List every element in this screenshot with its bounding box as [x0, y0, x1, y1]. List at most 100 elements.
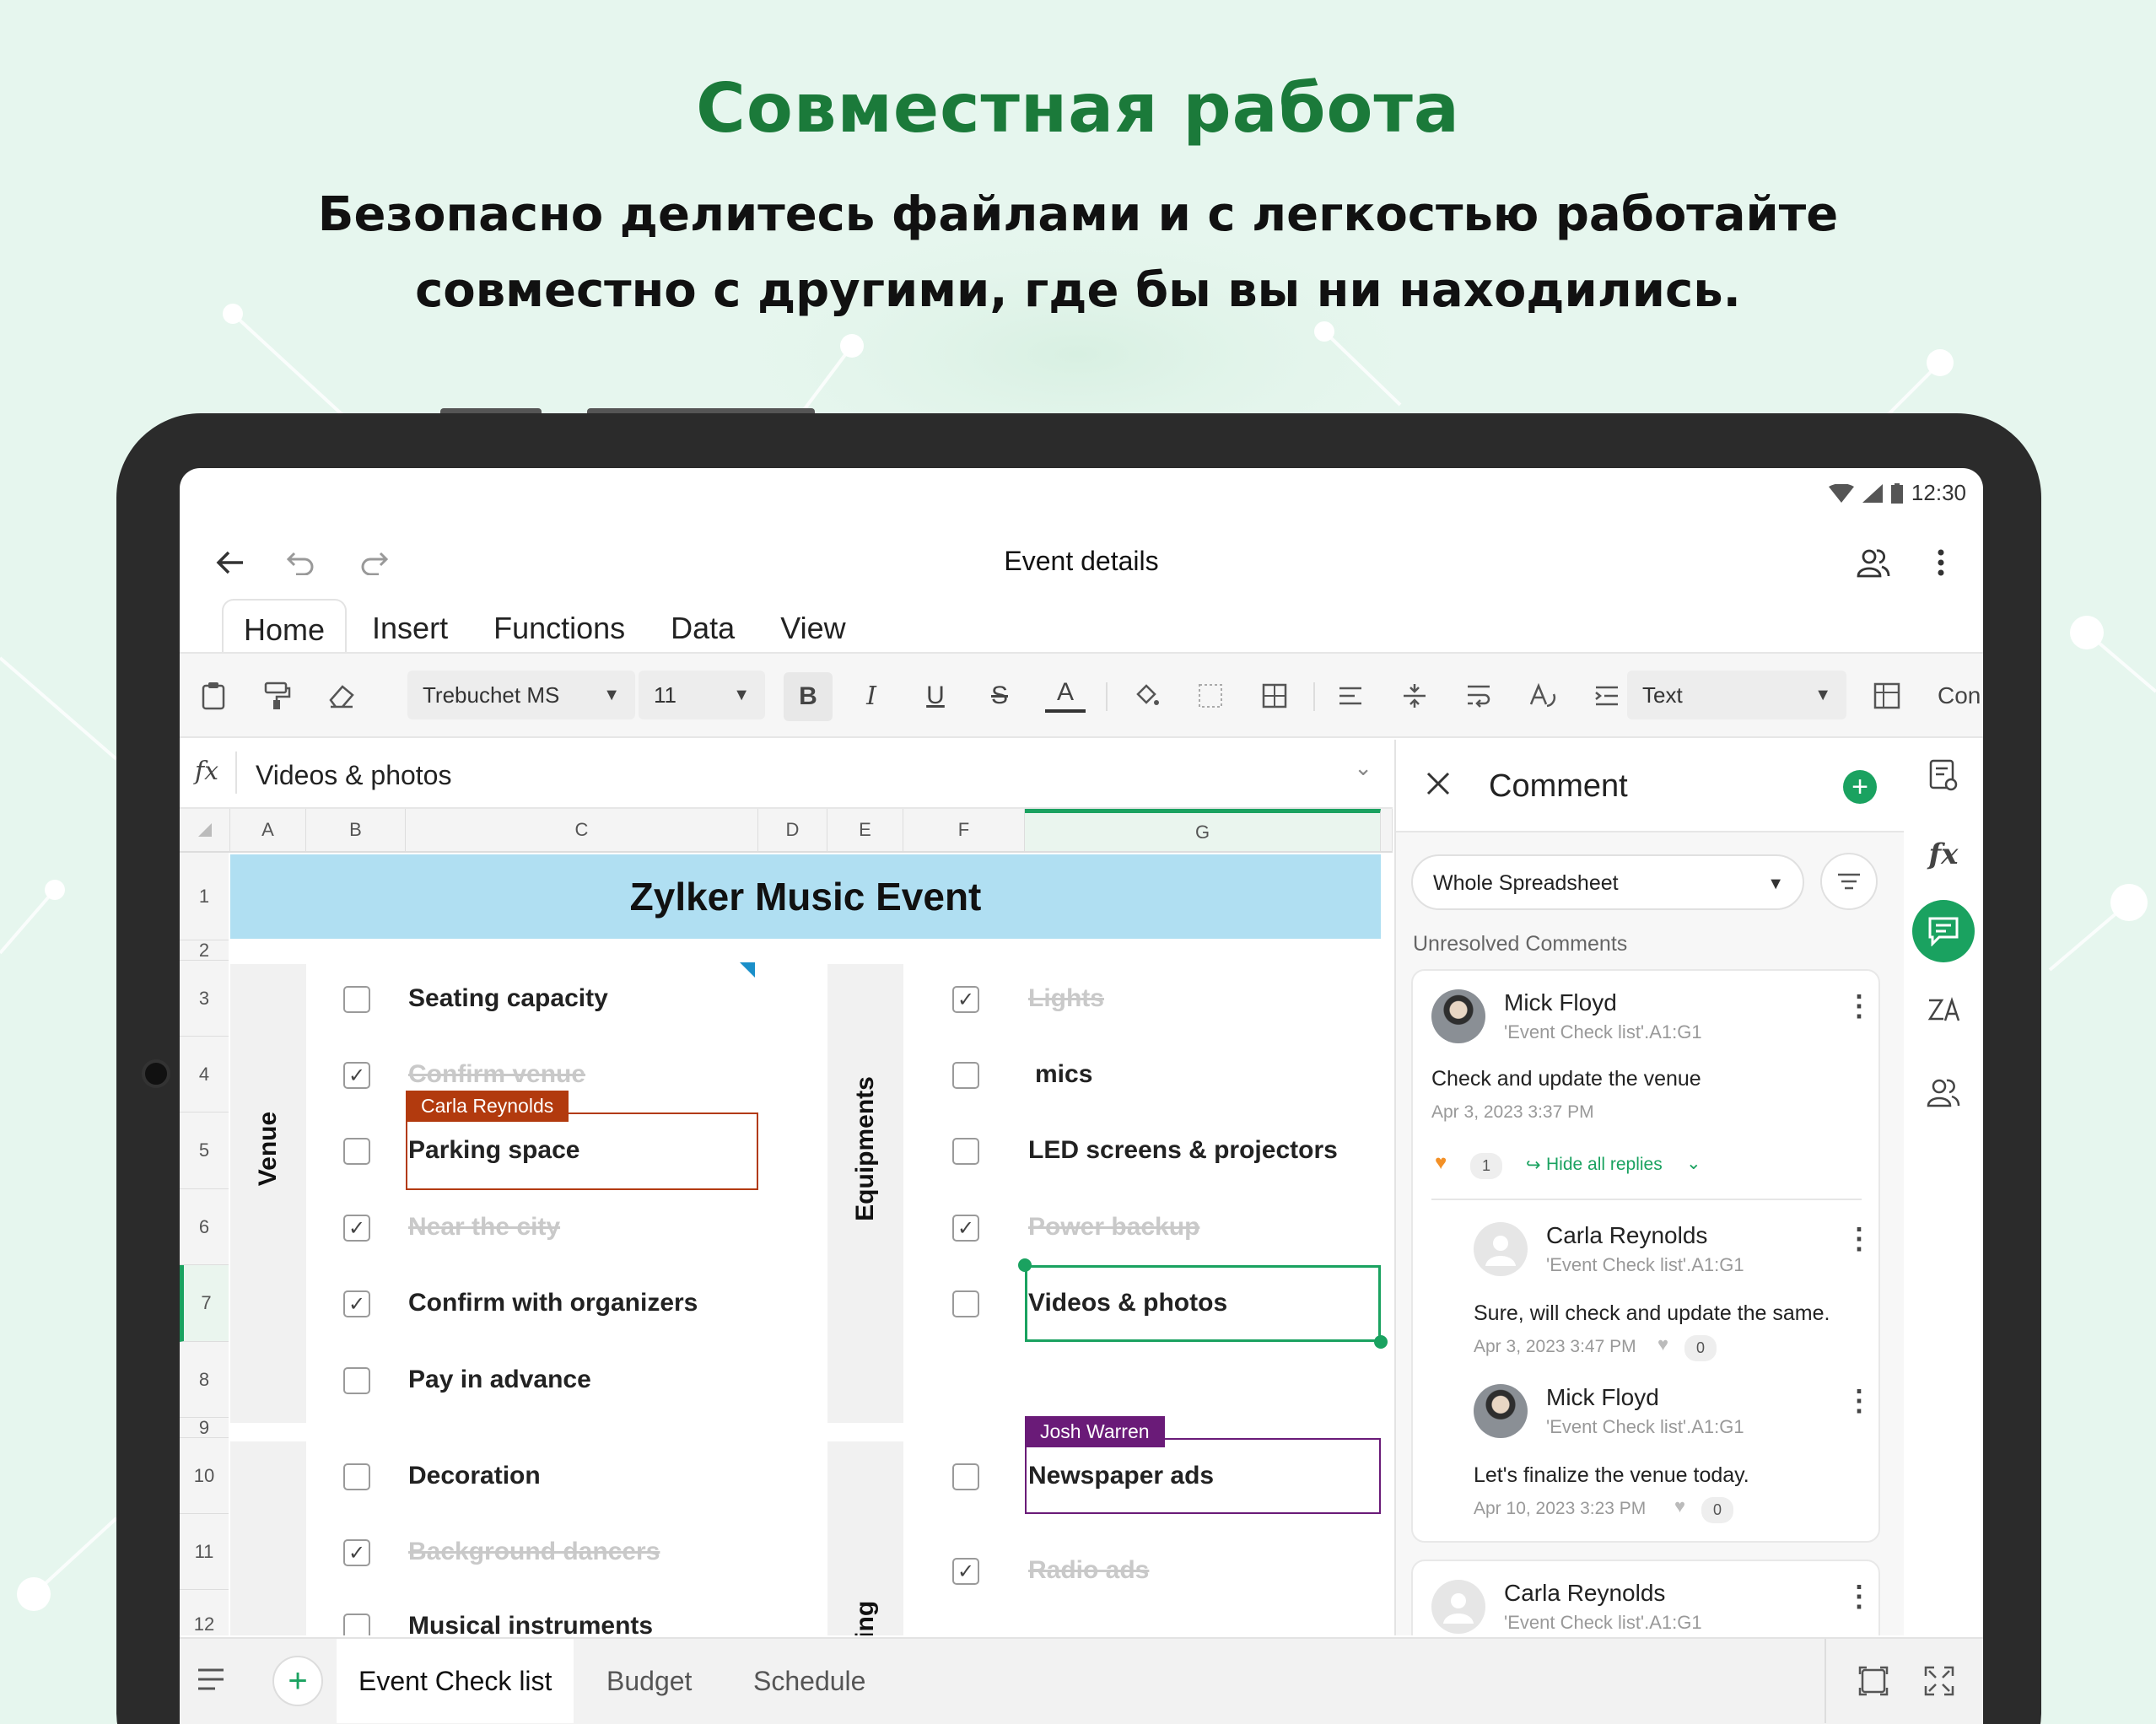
checkbox[interactable] [952, 1062, 979, 1089]
checkbox[interactable] [343, 1138, 370, 1165]
number-format-select[interactable]: Text ▼ [1627, 671, 1846, 719]
menu-icon[interactable] [197, 1667, 225, 1695]
checkbox[interactable]: ✓ [343, 1539, 370, 1566]
underline-button[interactable]: U [915, 676, 956, 716]
tab-functions[interactable]: Functions [473, 599, 645, 653]
sheet-tab-schedule[interactable]: Schedule [731, 1639, 887, 1723]
column-header[interactable]: E [827, 809, 903, 853]
checkbox[interactable] [952, 1138, 979, 1165]
more-options-icon[interactable]: ⋮ [1845, 1384, 1873, 1418]
comment-thread-card[interactable]: Mick Floyd 'Event Check list'.A1:G1 ⋮ Ch… [1411, 969, 1880, 1543]
checklist-item[interactable]: Lights [1028, 984, 1104, 1013]
fit-screen-icon[interactable] [1858, 1666, 1889, 1700]
row-header[interactable]: 6 [180, 1189, 229, 1265]
checkbox[interactable]: ✓ [952, 1215, 979, 1242]
checklist-item[interactable]: Power backup [1028, 1213, 1199, 1242]
wrap-text-icon[interactable] [1458, 676, 1499, 716]
sheet-tab-event-check-list[interactable]: Event Check list [337, 1639, 574, 1723]
chevron-down-icon[interactable]: ⌄ [1354, 755, 1372, 781]
row-header[interactable]: 4 [180, 1037, 229, 1113]
italic-button[interactable]: I [851, 676, 892, 716]
row-header[interactable]: 7 [180, 1265, 229, 1342]
checkbox[interactable]: ✓ [343, 1062, 370, 1089]
checklist-item[interactable]: Pay in advance [408, 1366, 591, 1394]
vertical-align-icon[interactable] [1394, 676, 1435, 716]
checkbox[interactable]: ✓ [343, 1215, 370, 1242]
checkbox[interactable] [343, 1367, 370, 1394]
font-color-button[interactable]: A [1045, 676, 1086, 713]
column-header[interactable]: B [306, 809, 406, 853]
fullscreen-icon[interactable] [1924, 1666, 1954, 1700]
more-options-icon[interactable] [1916, 537, 1966, 588]
column-header[interactable]: G [1025, 809, 1381, 853]
checklist-item[interactable]: Background dancers [408, 1538, 660, 1566]
eraser-icon[interactable] [321, 676, 362, 716]
more-options-icon[interactable]: ⋮ [1845, 1222, 1873, 1256]
heart-icon[interactable]: ♥ [1674, 1495, 1685, 1517]
checklist-item[interactable]: Newspaper ads [1028, 1462, 1214, 1490]
selection-handle[interactable] [1374, 1335, 1388, 1349]
checklist-item[interactable]: Confirm venue [408, 1060, 585, 1089]
conditional-format-icon[interactable] [1867, 676, 1907, 716]
sheet-tab-budget[interactable]: Budget [585, 1639, 714, 1723]
format-painter-icon[interactable] [257, 676, 298, 716]
more-options-icon[interactable]: ⋮ [1845, 989, 1873, 1023]
cell-preview-icon[interactable] [1918, 750, 1969, 800]
checklist-item[interactable]: Confirm with organizers [408, 1289, 698, 1317]
comment-scope-select[interactable]: Whole Spreadsheet ▼ [1411, 854, 1804, 910]
tab-insert[interactable]: Insert [352, 599, 468, 653]
fill-color-icon[interactable] [1126, 676, 1167, 716]
checkbox[interactable] [343, 1463, 370, 1490]
add-sheet-button[interactable]: + [272, 1656, 323, 1706]
tab-data[interactable]: Data [650, 599, 755, 653]
functions-icon[interactable]: fx [1918, 829, 1969, 880]
hide-replies-link[interactable]: Hide all replies [1546, 1155, 1663, 1175]
paste-icon[interactable] [193, 676, 234, 716]
checklist-item[interactable]: Decoration [408, 1462, 541, 1490]
text-rotation-icon[interactable] [1523, 676, 1563, 716]
checkbox[interactable] [343, 986, 370, 1013]
row-header[interactable]: 3 [180, 961, 229, 1037]
font-size-select[interactable]: 11 ▼ [639, 671, 765, 719]
checklist-item[interactable]: Musical instruments [408, 1612, 653, 1635]
checklist-item[interactable]: Radio ads [1028, 1556, 1149, 1585]
checkbox[interactable]: ✓ [343, 1290, 370, 1317]
conditional-format-label[interactable]: Con [1938, 682, 1981, 709]
font-family-select[interactable]: Trebuchet MS ▼ [407, 671, 635, 719]
heart-icon[interactable]: ♥ [1657, 1333, 1668, 1355]
strikethrough-button[interactable]: S [979, 676, 1020, 716]
bold-button[interactable]: B [784, 672, 833, 721]
spreadsheet-grid[interactable]: A B C D E F G 1 2 3 4 5 6 7 8 9 10 11 12… [180, 809, 1393, 1635]
checklist-item[interactable]: Videos & photos [1028, 1289, 1227, 1317]
row-header[interactable]: 11 [180, 1514, 229, 1590]
checklist-item[interactable]: Parking space [408, 1136, 579, 1165]
column-header[interactable]: F [903, 809, 1025, 853]
row-header[interactable]: 8 [180, 1342, 229, 1418]
checklist-item[interactable]: Seating capacity [408, 984, 608, 1013]
add-comment-icon[interactable]: + [1843, 770, 1877, 804]
merge-cells-icon[interactable] [1254, 676, 1295, 716]
tab-home[interactable]: Home [222, 599, 348, 653]
checkbox[interactable] [952, 1463, 979, 1490]
checklist-item[interactable]: mics [1035, 1060, 1092, 1089]
row-header[interactable]: 12 [180, 1590, 229, 1635]
column-header[interactable]: A [230, 809, 306, 853]
checkbox[interactable]: ✓ [952, 1558, 979, 1585]
checkbox[interactable]: ✓ [952, 986, 979, 1013]
select-all-corner[interactable] [180, 809, 230, 853]
column-header[interactable]: D [758, 809, 827, 853]
checkbox[interactable] [343, 1614, 370, 1635]
more-options-icon[interactable]: ⋮ [1845, 1580, 1873, 1614]
collaborators-icon[interactable] [1848, 537, 1899, 588]
row-header[interactable]: 9 [180, 1417, 229, 1438]
align-left-icon[interactable] [1330, 676, 1371, 716]
checkbox[interactable] [952, 1290, 979, 1317]
indent-icon[interactable] [1587, 676, 1627, 716]
row-header[interactable]: 2 [180, 940, 229, 961]
close-icon[interactable] [1425, 770, 1452, 801]
row-header[interactable]: 10 [180, 1438, 229, 1514]
heart-icon[interactable]: ♥ [1435, 1151, 1447, 1175]
selection-handle[interactable] [1018, 1258, 1032, 1272]
comments-icon[interactable] [1912, 900, 1975, 962]
formula-input[interactable]: Videos & photos [256, 760, 451, 791]
